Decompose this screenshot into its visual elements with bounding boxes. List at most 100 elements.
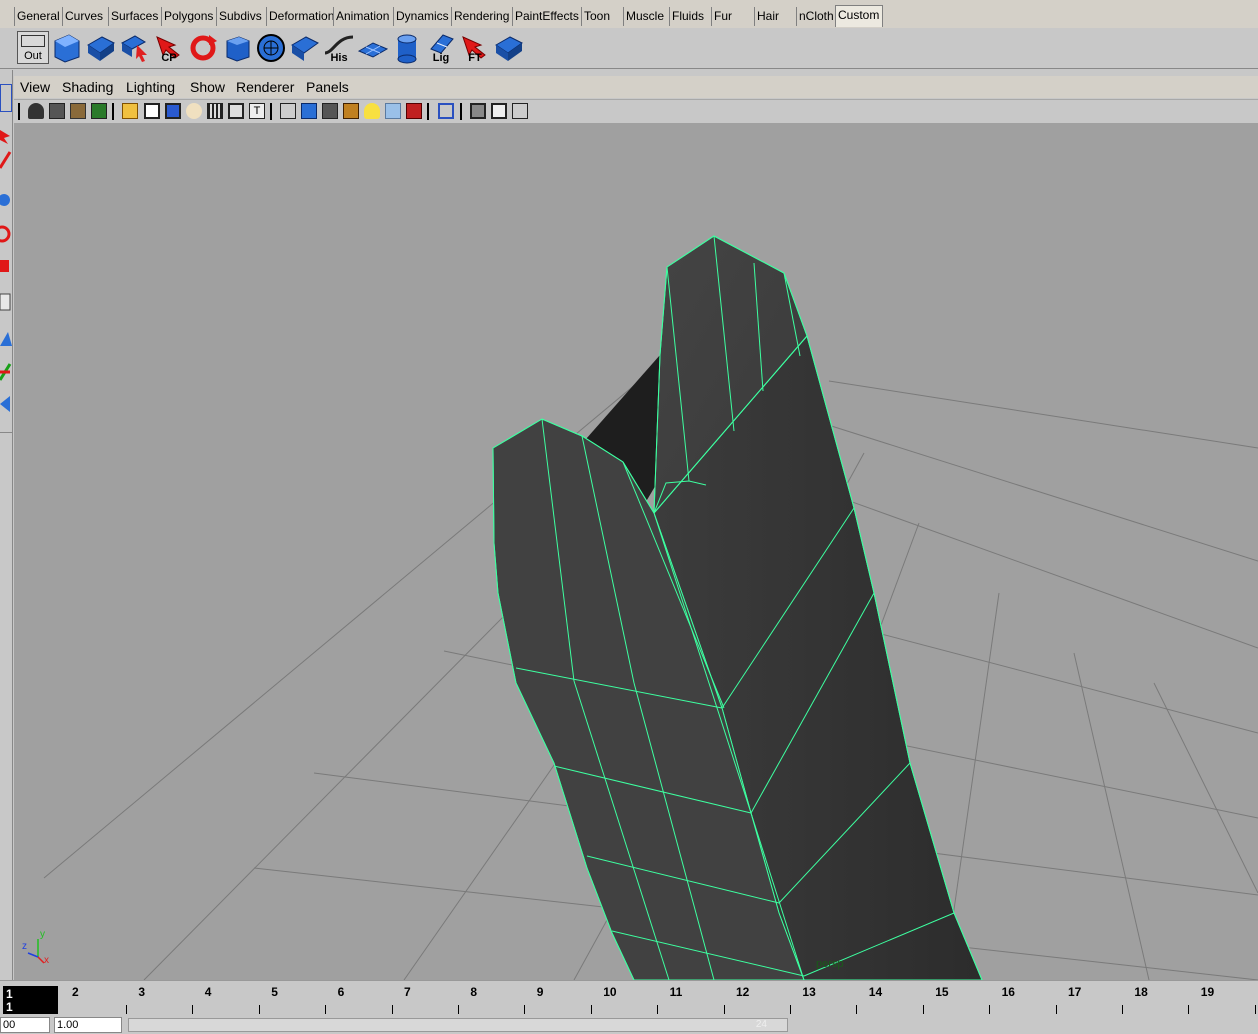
resolution-gate-icon[interactable] (165, 103, 181, 119)
range-bar[interactable]: 24 (128, 1018, 788, 1032)
tab-rendering[interactable]: Rendering (451, 7, 511, 26)
menu-renderer[interactable]: Renderer (236, 79, 294, 95)
frame-tick (790, 1005, 791, 1014)
select-camera-icon[interactable] (28, 103, 44, 119)
scale-tool-icon[interactable] (0, 256, 12, 276)
tab-painteffects[interactable]: PaintEffects (512, 7, 581, 26)
tab-surfaces[interactable]: Surfaces (108, 7, 160, 26)
xray-icon[interactable] (406, 103, 422, 119)
frame-number: 2 (72, 985, 79, 999)
frame-tick (723, 1005, 725, 1014)
toolbar-separator (18, 103, 20, 120)
tab-subdivs[interactable]: Subdivs (216, 7, 264, 26)
frame-tick (1254, 1005, 1256, 1014)
poly-cube-select-button[interactable] (51, 31, 83, 64)
manipulator-tool-icon[interactable] (0, 292, 12, 312)
tab-animation[interactable]: Animation (333, 7, 391, 26)
cylinder-button[interactable] (391, 31, 423, 64)
bookmark-icon[interactable] (70, 103, 86, 119)
toolbox (0, 70, 13, 980)
menu-panels[interactable]: Panels (306, 79, 349, 95)
frame-tick (126, 1005, 127, 1014)
frame-number: 5 (271, 985, 278, 999)
wireframe-icon[interactable] (280, 103, 296, 119)
animation-start-field[interactable]: 00 (0, 1017, 50, 1033)
frame-selection-icon[interactable] (512, 103, 528, 119)
camera-attributes-icon[interactable] (49, 103, 65, 119)
frame-tick (922, 1005, 924, 1014)
shadows-icon[interactable] (385, 103, 401, 119)
last-tool-icon[interactable] (0, 394, 12, 414)
rotate-tool-icon[interactable] (0, 224, 12, 244)
tab-hair[interactable]: Hair (754, 7, 794, 26)
field-chart-icon[interactable] (207, 103, 223, 119)
menu-show[interactable]: Show (190, 79, 225, 95)
tab-general[interactable]: General (14, 7, 62, 26)
gate-mask-icon[interactable] (186, 103, 202, 119)
tab-deformation[interactable]: Deformation (266, 7, 336, 26)
plane-button[interactable] (357, 31, 389, 64)
select-tool[interactable] (0, 84, 12, 112)
move-tool-icon[interactable] (0, 188, 12, 208)
frame-number: 8 (470, 985, 478, 999)
tab-toon[interactable]: Toon (581, 7, 612, 26)
tab-fur[interactable]: Fur (711, 7, 734, 26)
image-plane-icon[interactable] (91, 103, 107, 119)
menu-view[interactable]: View (20, 79, 50, 95)
tab-custom[interactable]: Custom (835, 5, 883, 27)
shelf-tab-bar: General Curves Surfaces Polygons Subdivs… (0, 0, 1258, 29)
frame-number: 17 (1068, 985, 1082, 999)
grid-toggle-icon[interactable] (122, 103, 138, 119)
extrude-face-button[interactable] (85, 31, 117, 64)
film-gate-icon[interactable] (144, 103, 160, 119)
tab-curves[interactable]: Curves (62, 7, 105, 26)
ft-button[interactable]: FT (459, 31, 491, 64)
quick-layout-buttons[interactable] (0, 432, 12, 643)
lights-icon[interactable] (364, 103, 380, 119)
current-frame-marker[interactable]: 1 1 (3, 986, 58, 1014)
axis-indicator: y z x (22, 929, 52, 969)
poly-cube-button[interactable] (221, 31, 253, 64)
his-button[interactable]: His (323, 31, 355, 64)
select-tool-button[interactable] (119, 31, 151, 64)
bevel-button[interactable] (289, 31, 321, 64)
rotate-button[interactable] (187, 31, 219, 64)
isolate-select-icon[interactable] (438, 103, 454, 119)
lig-button[interactable]: Lig (425, 31, 457, 64)
wireframe-on-shaded-icon[interactable] (322, 103, 338, 119)
outliner-button[interactable]: Out (17, 31, 49, 64)
plane-grid-icon (357, 42, 389, 58)
soft-mod-tool-icon[interactable] (0, 328, 12, 348)
extrude-edge-button[interactable] (493, 31, 525, 64)
rotate-icon (190, 35, 217, 61)
menu-lighting[interactable]: Lighting (126, 79, 175, 95)
perspective-viewport[interactable]: y z x persp (14, 123, 1258, 980)
cp-button[interactable]: CP (153, 31, 185, 64)
lasso-tool-icon[interactable] (0, 126, 12, 146)
safe-title-icon[interactable]: T (249, 103, 265, 119)
tab-dynamics[interactable]: Dynamics (393, 7, 451, 26)
paint-tool-icon[interactable] (0, 150, 12, 170)
textured-icon[interactable] (343, 103, 359, 119)
hud-icon[interactable] (470, 103, 486, 119)
soccer-ball-button[interactable] (255, 31, 287, 64)
tab-fluids[interactable]: Fluids (669, 7, 706, 26)
frame-all-icon[interactable] (491, 103, 507, 119)
toolbar-separator (112, 103, 114, 120)
tab-muscle[interactable]: Muscle (623, 7, 666, 26)
safe-action-icon[interactable] (228, 103, 244, 119)
show-manip-tool-icon[interactable] (0, 362, 12, 382)
frame-number: 3 (138, 985, 146, 999)
menu-shading[interactable]: Shading (62, 79, 113, 95)
tab-polygons[interactable]: Polygons (161, 7, 215, 26)
frame-tick (458, 1005, 459, 1014)
current-frame-bottom: 1 (6, 1000, 13, 1014)
frame-number: 19 (1200, 985, 1215, 999)
tab-ncloth[interactable]: nCloth (796, 7, 836, 26)
playback-start-field[interactable]: 1.00 (54, 1017, 122, 1033)
extrude-edge-icon (495, 36, 523, 61)
his-label: His (330, 52, 348, 64)
smooth-shade-icon[interactable] (301, 103, 317, 119)
time-slider[interactable]: 1 1 2 3 4 5 6 7 8 9 10 11 12 13 14 15 16 17 18 19 (0, 980, 1258, 1017)
axis-z-label: z (22, 941, 27, 952)
